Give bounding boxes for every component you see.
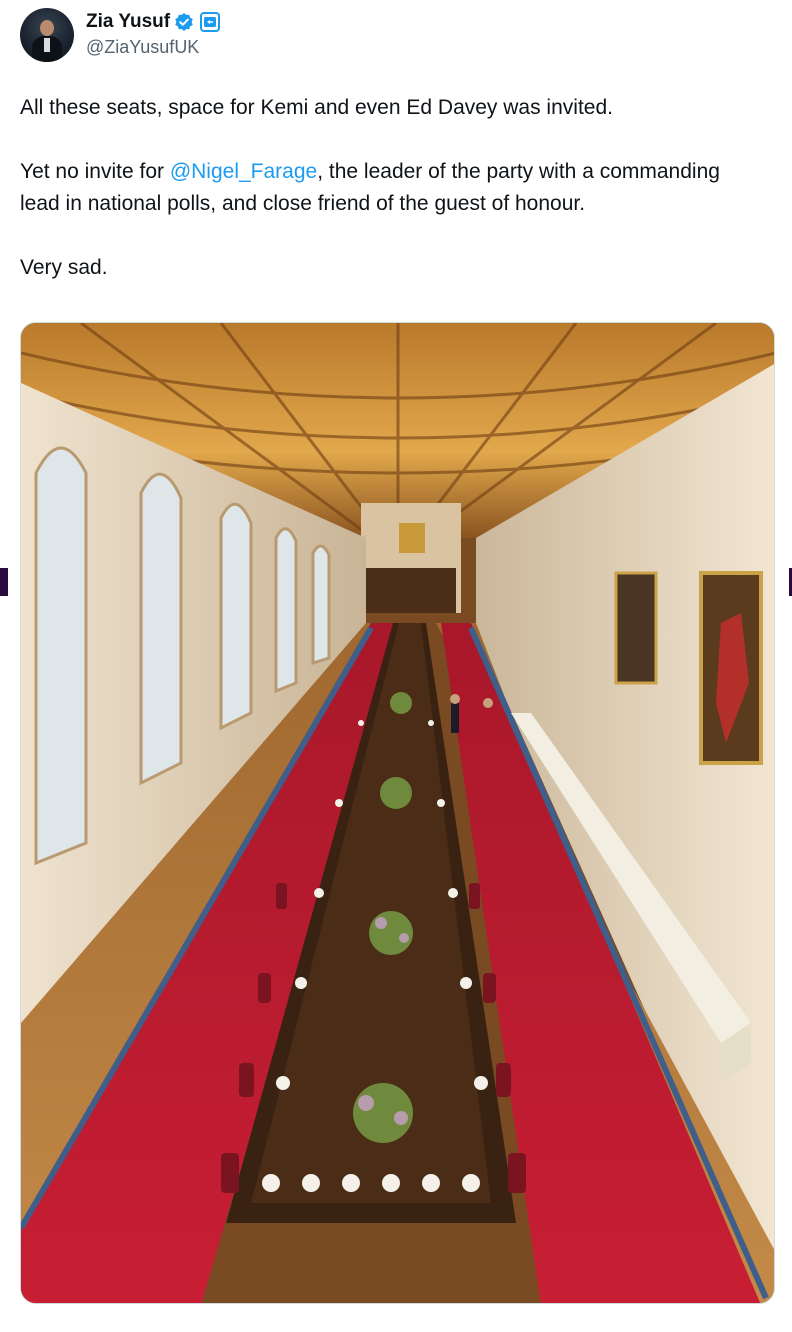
- display-name[interactable]: Zia Yusuf: [86, 11, 170, 33]
- affiliate-badge-icon[interactable]: [200, 12, 221, 32]
- tweet-header: Zia Yusuf @ZiaYusufUK: [20, 8, 776, 64]
- author-handle[interactable]: @ZiaYusufUK: [86, 37, 220, 58]
- tweet-photo[interactable]: [20, 322, 775, 1304]
- avatar[interactable]: [20, 8, 74, 62]
- tweet-line-2-prefix: Yet no invite for: [20, 160, 170, 183]
- tweet-text: All these seats, space for Kemi and even…: [20, 92, 760, 284]
- tweet-line-3: Very sad.: [20, 256, 108, 279]
- verified-badge-icon: [174, 12, 194, 32]
- banquet-hall-image: [21, 323, 774, 1303]
- author-names: Zia Yusuf @ZiaYusufUK: [86, 8, 221, 58]
- tweet: Zia Yusuf @ZiaYusufUK All these seats, s…: [20, 8, 776, 284]
- tweet-line-1: All these seats, space for Kemi and even…: [20, 96, 613, 119]
- tweet-line-2: Yet no invite for @Nigel_Farage, the lea…: [20, 156, 760, 220]
- mention-link[interactable]: @Nigel_Farage: [170, 160, 317, 183]
- left-edge-marker: [0, 568, 8, 596]
